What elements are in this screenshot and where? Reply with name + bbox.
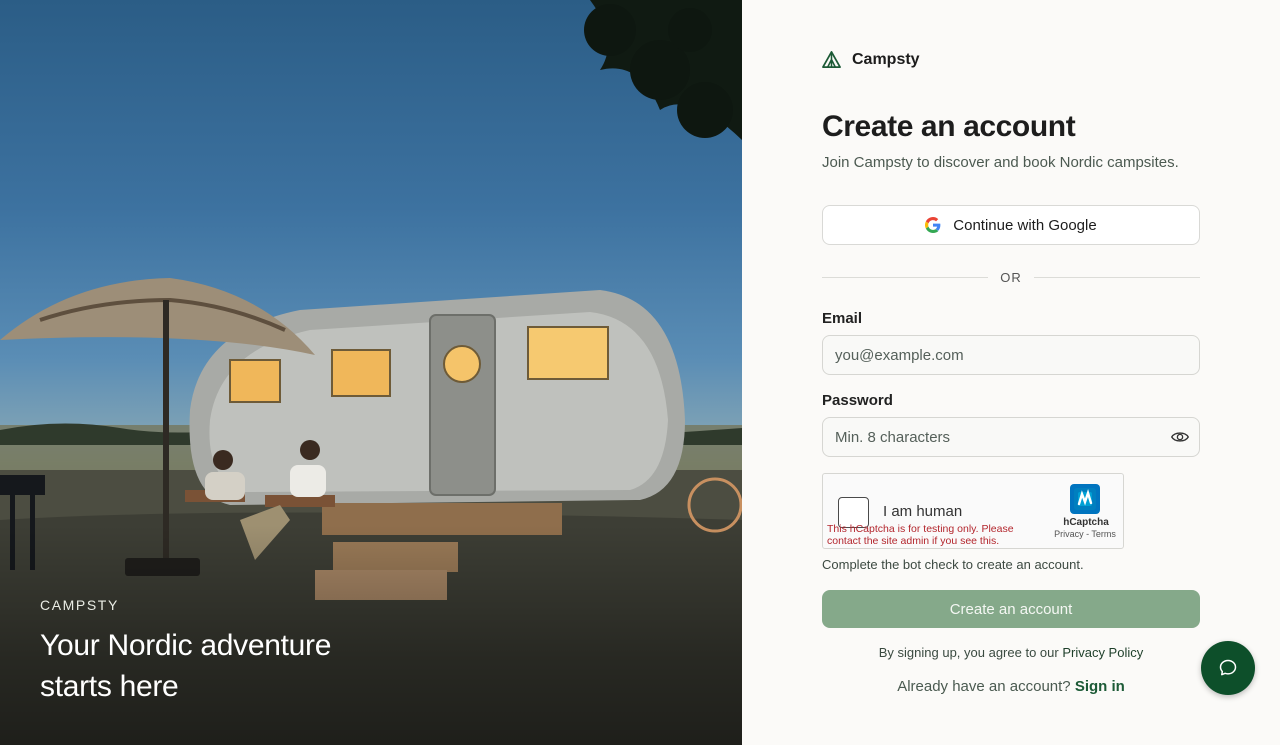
brand-name: Campsty <box>852 50 920 68</box>
hcaptcha-widget: I am human This hCaptcha is for testing … <box>822 473 1124 549</box>
privacy-policy-link[interactable]: Privacy Policy <box>1062 645 1143 660</box>
hero-image-panel: CAMPSTY Your Nordic adventure starts her… <box>0 0 742 745</box>
captcha-test-warning: This hCaptcha is for testing only. Pleas… <box>827 523 1014 547</box>
brand-logo[interactable]: Campsty <box>822 50 920 69</box>
signin-prefix: Already have an account? <box>897 678 1071 695</box>
continue-with-google-button[interactable]: Continue with Google <box>822 205 1200 245</box>
hero-title: Your Nordic adventure starts here <box>40 629 332 703</box>
show-password-eye-icon[interactable] <box>1171 429 1189 445</box>
terms-text: By signing up, you agree to our Privacy … <box>822 645 1200 660</box>
password-field[interactable] <box>822 417 1200 457</box>
email-label: Email <box>822 310 863 327</box>
bot-check-hint: Complete the bot check to create an acco… <box>822 557 1084 572</box>
terms-prefix: By signing up, you agree to our <box>878 645 1059 660</box>
sign-in-link[interactable]: Sign in <box>1075 678 1125 695</box>
divider-line <box>1033 276 1200 278</box>
or-divider: OR <box>822 268 1200 286</box>
captcha-links[interactable]: Privacy - Terms <box>1045 529 1125 539</box>
divider-text: OR <box>1000 269 1022 285</box>
chat-bubble-icon <box>1219 659 1237 676</box>
tent-icon <box>822 51 841 68</box>
hero-kicker: CAMPSTY <box>40 597 119 613</box>
page-subtitle: Join Campsty to discover and book Nordic… <box>822 154 1179 171</box>
password-label: Password <box>822 392 893 409</box>
page-title: Create an account <box>822 110 1076 143</box>
google-icon <box>925 217 941 233</box>
signin-prompt: Already have an account? Sign in <box>822 678 1200 695</box>
chat-widget-button[interactable] <box>1201 641 1255 695</box>
google-button-label: Continue with Google <box>953 216 1097 234</box>
email-field[interactable] <box>822 335 1200 375</box>
divider-line <box>822 276 989 278</box>
captcha-brand: hCaptcha <box>1063 517 1109 528</box>
create-account-button[interactable]: Create an account <box>822 590 1200 628</box>
captcha-label: I am human <box>883 503 963 520</box>
hcaptcha-logo-icon <box>1070 484 1100 514</box>
